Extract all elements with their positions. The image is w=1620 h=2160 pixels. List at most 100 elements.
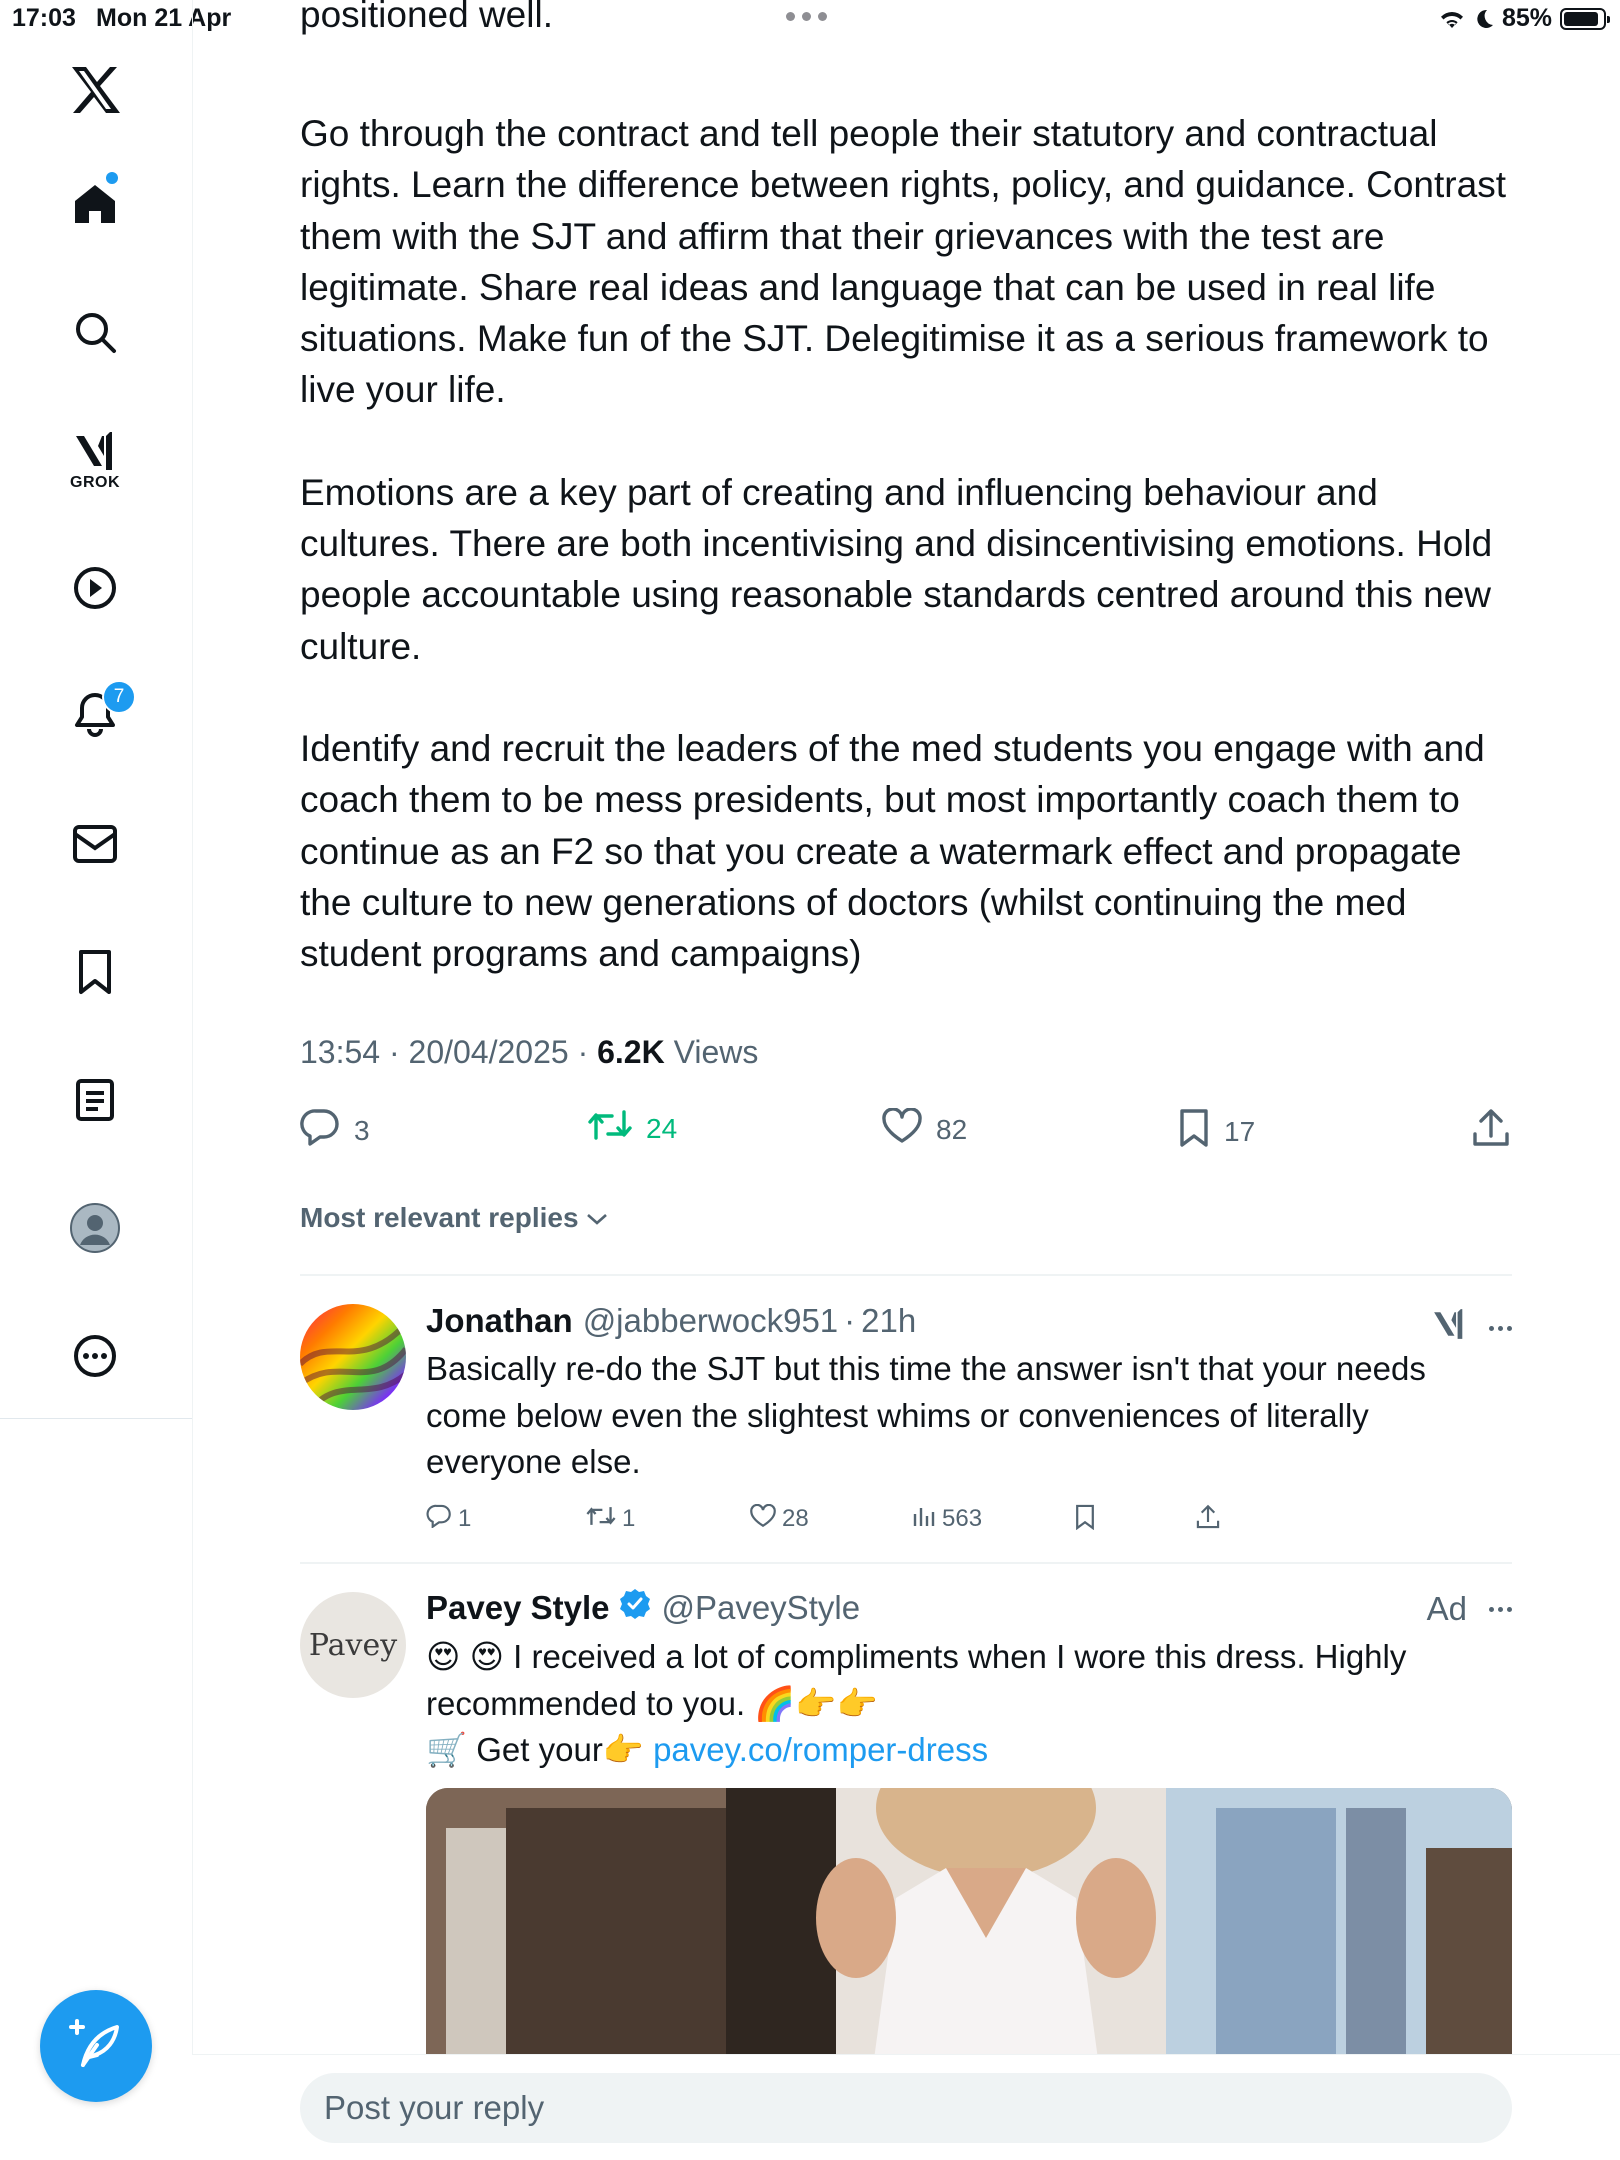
- heart-icon: [882, 1107, 922, 1151]
- home-new-dot: [106, 172, 118, 184]
- post-text: Go through the contract and tell people …: [300, 108, 1512, 979]
- post-paragraph: Emotions are a key part of creating and …: [300, 471, 1493, 667]
- post-paragraph: Identify and recruit the leaders of the …: [300, 727, 1485, 975]
- like-button[interactable]: 82: [882, 1107, 968, 1151]
- sidebar-divider: [0, 1418, 192, 1419]
- share-icon: [1472, 1108, 1510, 1155]
- repost-count: 1: [622, 1505, 636, 1532]
- ad-cta-prefix: 🛒 Get your👉: [426, 1731, 654, 1768]
- profile-icon: [70, 1203, 120, 1253]
- video-icon: [72, 565, 118, 611]
- bookmark-button[interactable]: 17: [1178, 1108, 1255, 1155]
- views-chart-icon: [912, 1504, 936, 1535]
- compose-post-button[interactable]: [40, 1990, 152, 2102]
- nav-video[interactable]: [46, 546, 144, 630]
- post-views-label: Views: [664, 1034, 759, 1070]
- grok-label: GROK: [70, 474, 120, 491]
- nav-profile[interactable]: [46, 1186, 144, 1270]
- messages-icon: [72, 824, 118, 864]
- reply-repost-button[interactable]: 1: [586, 1504, 635, 1535]
- avatar[interactable]: Pavey: [300, 1592, 406, 1698]
- grok-icon[interactable]: [1431, 1306, 1467, 1350]
- reply-item[interactable]: Jonathan @jabberwock951 · 21h Basically …: [300, 1302, 1512, 1552]
- verified-badge-icon: [619, 1588, 651, 1628]
- lists-icon: [75, 1078, 115, 1122]
- reply-icon: [426, 1504, 452, 1535]
- reply-count: 1: [458, 1505, 472, 1532]
- ad-link[interactable]: pavey.co/romper-dress: [653, 1731, 988, 1768]
- x-logo-icon[interactable]: [46, 48, 144, 132]
- views-count: 563: [942, 1505, 983, 1532]
- ad-text-line: I received a lot of compliments when I w…: [426, 1638, 1407, 1722]
- reply-actions: 1 1 28 563: [426, 1503, 1512, 1544]
- grok-icon: [72, 428, 118, 474]
- like-count: 28: [782, 1505, 809, 1532]
- replies-sort-dropdown[interactable]: Most relevant replies: [300, 1202, 609, 1234]
- nav-lists[interactable]: [46, 1058, 144, 1142]
- divider: [300, 1562, 1512, 1564]
- reply-time[interactable]: 21h: [861, 1302, 916, 1340]
- share-icon: [1196, 1504, 1220, 1537]
- reply-author-name[interactable]: Pavey Style: [426, 1589, 609, 1627]
- reply-button[interactable]: 3: [300, 1108, 370, 1153]
- post-actions: 3 24 82 17: [300, 1107, 1512, 1155]
- reply-views-button[interactable]: 563: [912, 1504, 982, 1535]
- reply-composer-bar: [192, 2054, 1620, 2160]
- reply-share-button[interactable]: [1196, 1504, 1220, 1537]
- reply-author-handle[interactable]: @PaveyStyle: [661, 1589, 860, 1627]
- nav-grok[interactable]: GROK: [46, 416, 144, 500]
- share-button[interactable]: [1472, 1108, 1510, 1155]
- reply-icon: [300, 1108, 340, 1153]
- nav-messages[interactable]: [46, 802, 144, 886]
- repost-icon: [586, 1504, 616, 1535]
- reply-like-button[interactable]: 28: [750, 1503, 809, 1535]
- reply-top-actions: [1431, 1306, 1512, 1350]
- nav-explore[interactable]: [46, 290, 144, 374]
- ad-label: Ad: [1426, 1590, 1467, 1627]
- divider: [300, 1274, 1512, 1276]
- post-views-count: 6.2K: [597, 1034, 665, 1070]
- ad-text: 😍 😍 I received a lot of compliments when…: [426, 1634, 1512, 1774]
- avatar[interactable]: [300, 1304, 406, 1410]
- nav-bookmarks[interactable]: [46, 930, 144, 1014]
- bookmark-icon: [1074, 1504, 1096, 1537]
- reply-author-name[interactable]: Jonathan: [426, 1302, 573, 1340]
- separator-dot: ·: [844, 1302, 856, 1339]
- more-options-icon[interactable]: [1489, 1325, 1512, 1331]
- reply-bookmark-button[interactable]: [1074, 1504, 1096, 1537]
- avatar-logo-text: Pavey: [308, 1627, 398, 1663]
- more-options-icon[interactable]: [1489, 1606, 1512, 1612]
- reply-text: Basically re-do the SJT but this time th…: [426, 1350, 1426, 1480]
- sidebar: GROK 7: [0, 0, 193, 2160]
- nav-home[interactable]: [46, 162, 144, 246]
- ad-top-actions: Ad: [1427, 1590, 1512, 1628]
- post-meta: 13:54 · 20/04/2025 · 6.2K Views: [300, 1034, 758, 1071]
- emoji-heart-eyes: 😍 😍: [426, 1638, 504, 1675]
- reply-count: 3: [354, 1114, 370, 1146]
- heart-icon: [750, 1503, 776, 1535]
- reply-header: Pavey Style @PaveyStyle: [426, 1588, 1512, 1628]
- main-column: positioned well. Go through the contract…: [192, 0, 1620, 2160]
- bookmark-count: 17: [1224, 1115, 1256, 1147]
- notifications-badge: 7: [102, 680, 136, 714]
- home-icon: [72, 181, 118, 227]
- sort-label: Most relevant replies: [300, 1202, 579, 1233]
- post-timestamp[interactable]: 13:54 · 20/04/2025 ·: [300, 1034, 597, 1070]
- reply-header: Jonathan @jabberwock951 · 21h: [426, 1302, 1512, 1340]
- like-count: 82: [936, 1113, 968, 1145]
- bookmarks-icon: [77, 949, 113, 995]
- compose-feather-icon: [69, 2017, 123, 2076]
- bookmark-icon: [1178, 1108, 1210, 1155]
- repost-count: 24: [646, 1112, 678, 1144]
- nav-more[interactable]: [46, 1314, 144, 1398]
- reply-input[interactable]: [300, 2073, 1512, 2143]
- repost-button[interactable]: 24: [588, 1108, 677, 1149]
- post-paragraph: Go through the contract and tell people …: [300, 113, 1506, 411]
- emoji-rainbow-pointing: 🌈👉👉: [754, 1684, 878, 1722]
- reply-author-handle[interactable]: @jabberwock951: [583, 1302, 838, 1340]
- search-icon: [73, 310, 117, 354]
- nav-notifications[interactable]: 7: [46, 672, 144, 756]
- chevron-down-icon: [585, 1202, 609, 1234]
- post-cut-line: positioned well.: [300, 0, 553, 35]
- reply-reply-button[interactable]: 1: [426, 1504, 471, 1535]
